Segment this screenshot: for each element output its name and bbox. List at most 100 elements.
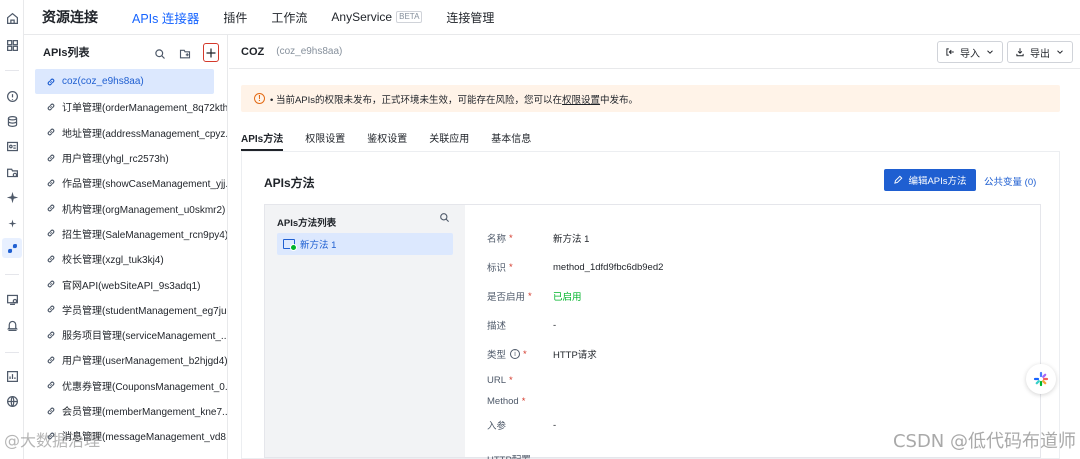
api-list-item-label: 机构管理(orgManagement_u0skmr2)	[62, 204, 226, 216]
field-label: URL *	[487, 375, 553, 386]
api-list-item[interactable]: 地址管理(addressManagement_cpyz...	[24, 120, 227, 145]
nav-connection-management[interactable]: 连接管理	[446, 9, 494, 26]
folder-link-icon[interactable]	[5, 165, 19, 179]
assistant-float-button[interactable]	[1026, 364, 1056, 394]
tab-basic-info[interactable]: 基本信息	[491, 123, 531, 151]
search-icon[interactable]	[439, 212, 453, 226]
api-list-item[interactable]: 招生管理(SaleManagement_rcn9py4)	[24, 221, 227, 246]
new-folder-icon[interactable]	[178, 47, 192, 61]
import-icon	[946, 48, 954, 56]
api-list-item-label: 招生管理(SaleManagement_rcn9py4)	[62, 229, 227, 241]
field-label-text: 名称	[487, 234, 507, 245]
api-list-item[interactable]: 用户管理(yhgl_rc2573h)	[24, 145, 227, 170]
info-icon[interactable]: i	[510, 349, 521, 359]
api-list-item-label: coz(coz_e9hs8aa)	[62, 76, 144, 88]
tab-permission-settings[interactable]: 权限设置	[305, 123, 345, 151]
apis-sidebar: APIs列表 coz(coz_e9hs8aa) 订单管理(orderManagem…	[24, 35, 228, 459]
api-list-item-label: 作品管理(showCaseManagement_yjj...	[62, 179, 227, 191]
method-list-item[interactable]: 新方法 1	[277, 233, 453, 255]
bell-icon[interactable]	[5, 318, 19, 332]
required-mark: *	[509, 261, 513, 273]
export-icon	[1016, 48, 1024, 57]
sparkle-icon[interactable]	[5, 190, 19, 204]
method-list-title: APIs方法列表	[277, 218, 337, 229]
home-icon[interactable]	[5, 11, 19, 25]
link-icon	[46, 101, 58, 113]
nav-plugins[interactable]: 插件	[223, 9, 247, 26]
tab-apis-methods[interactable]: APIs方法	[241, 123, 284, 151]
field-row: 入参 -	[487, 418, 557, 433]
watermark-right: CSDN @低代码布道师	[892, 431, 1076, 452]
rail-divider	[5, 274, 19, 275]
field-row: 名称 * 新方法 1	[487, 231, 590, 246]
sparkle-small-icon[interactable]	[5, 216, 19, 230]
api-list-item[interactable]: 优惠券管理(CouponsManagement_0...	[24, 373, 227, 398]
beta-badge: BETA	[396, 11, 423, 23]
nav-anyservice-label: AnyService	[331, 10, 393, 24]
field-row: 标识 * method_1dfd9fbc6db9ed2	[487, 260, 664, 275]
public-variables-link[interactable]: 公共变量 (0)	[984, 174, 1036, 188]
field-row: HTTP配置QueryHeadersBody	[487, 447, 724, 459]
api-list-item-label: 用户管理(yhgl_rc2573h)	[62, 154, 169, 166]
link-icon	[46, 303, 58, 315]
api-list-item[interactable]: 校长管理(xzgl_tuk3kj4)	[24, 246, 227, 271]
sidebar-tools	[153, 43, 219, 62]
api-list-item-label: 用户管理(userManagement_b2hjgd4)	[62, 356, 227, 368]
api-list-item[interactable]: 机构管理(orgManagement_u0skmr2)	[24, 195, 227, 220]
id-card-icon[interactable]	[5, 139, 19, 153]
api-list-item[interactable]: 用户管理(userManagement_b2hjgd4)	[24, 347, 227, 372]
api-list-item[interactable]: 作品管理(showCaseManagement_yjj...	[24, 170, 227, 195]
main-content: COZ (coz_e9hs8aa) 导入 导出 ! • 当前APIs的权限未发布…	[229, 35, 1080, 459]
api-name: COZ	[241, 45, 265, 58]
export-button[interactable]: 导出	[1007, 41, 1073, 63]
field-label-text: HTTP配置	[487, 452, 531, 459]
field-label: 是否启用 *	[487, 289, 553, 304]
chart-icon[interactable]	[5, 369, 19, 383]
methods-container: APIs方法列表 新方法 1 名称 * 新方法 1 标识 * method_1dfd9fb…	[264, 204, 1041, 459]
tab-panel: APIs方法 编辑APIs方法 公共变量 (0) APIs方法列表 新方法 1 …	[241, 151, 1060, 459]
nav-apis-connector[interactable]: APIs 连接器	[132, 8, 199, 27]
field-value: -	[553, 419, 557, 431]
edit-methods-button[interactable]: 编辑APIs方法	[884, 169, 976, 191]
section-title: APIs方法	[264, 176, 315, 190]
field-label-text: 类型	[487, 350, 507, 361]
add-api-button[interactable]	[203, 43, 219, 62]
field-label-text: Method	[487, 396, 519, 407]
required-mark: *	[528, 290, 532, 302]
api-list-item[interactable]: 会员管理(memberMangement_kne7...	[24, 398, 227, 423]
api-list-item-label: 订单管理(orderManagement_8q72kth)	[62, 103, 227, 115]
api-list-item-label: 会员管理(memberMangement_kne7...	[62, 407, 227, 418]
tab-linked-apps[interactable]: 关联应用	[429, 123, 469, 151]
api-list-item[interactable]: coz(coz_e9hs8aa)	[35, 69, 214, 95]
link-icon	[46, 177, 58, 189]
field-value: method_1dfd9fbc6db9ed2	[553, 261, 664, 273]
nav-workflow[interactable]: 工作流	[271, 9, 307, 26]
globe-icon[interactable]	[5, 394, 19, 408]
grid-icon[interactable]	[5, 38, 19, 52]
info-circle-icon[interactable]	[5, 89, 19, 103]
rail-divider	[5, 352, 19, 353]
nav-anyservice[interactable]: AnyService BETA	[331, 10, 423, 24]
link-icon	[46, 76, 58, 88]
link-icon	[46, 126, 58, 138]
required-mark: *	[509, 232, 513, 244]
api-list-item[interactable]: 服务项目管理(serviceManagement_...	[24, 322, 227, 347]
search-icon[interactable]	[153, 47, 167, 61]
import-button[interactable]: 导入	[937, 41, 1003, 63]
field-label: HTTP配置	[487, 452, 553, 459]
brand-title: 资源连接	[42, 9, 98, 25]
api-list-item[interactable]: 学员管理(studentManagement_eg7ju...	[24, 297, 227, 322]
permission-settings-link[interactable]: 权限设置	[562, 92, 600, 106]
tab-auth-settings[interactable]: 鉴权设置	[367, 123, 407, 151]
database-icon[interactable]	[5, 114, 19, 128]
box-icon[interactable]	[5, 292, 19, 306]
field-value: 新方法 1	[553, 234, 590, 245]
api-list-item-label: 学员管理(studentManagement_eg7ju...	[62, 305, 227, 317]
api-list-item[interactable]: 订单管理(orderManagement_8q72kth)	[24, 94, 227, 119]
api-list-item[interactable]: 官网API(webSiteAPI_9s3adq1)	[24, 271, 227, 296]
left-rail	[0, 0, 24, 459]
link-icon	[46, 278, 58, 290]
api-list-item-label: 优惠券管理(CouponsManagement_0...	[62, 381, 227, 393]
connector-icon[interactable]	[2, 238, 22, 258]
api-list-item-label: 服务项目管理(serviceManagement_...	[62, 331, 227, 343]
